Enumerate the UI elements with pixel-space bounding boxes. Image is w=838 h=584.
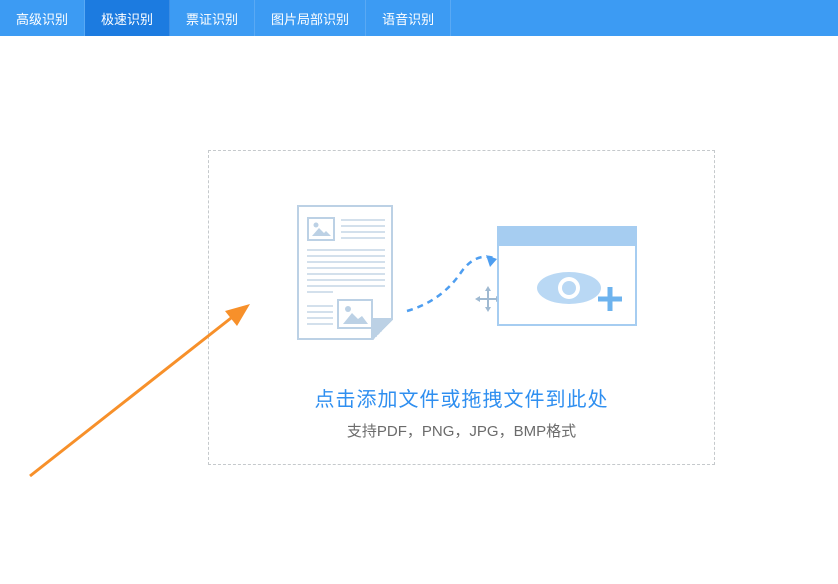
image-thumb-icon	[307, 217, 335, 241]
file-drop-zone[interactable]: 点击添加文件或拖拽文件到此处 支持PDF，PNG，JPG，BMP格式	[208, 150, 715, 465]
dropzone-subtitle: 支持PDF，PNG，JPG，BMP格式	[347, 420, 576, 441]
dropzone-title: 点击添加文件或拖拽文件到此处	[315, 383, 609, 412]
plus-icon	[595, 284, 625, 314]
tab-region-ocr[interactable]: 图片局部识别	[255, 0, 366, 36]
tab-label: 高级识别	[16, 9, 68, 28]
upload-illustration	[267, 201, 657, 361]
tab-advanced-ocr[interactable]: 高级识别	[0, 0, 85, 36]
tab-label: 票证识别	[186, 9, 238, 28]
tab-label: 极速识别	[101, 9, 153, 28]
tab-label: 图片局部识别	[271, 9, 349, 28]
eye-icon	[534, 268, 604, 308]
main-area: 点击添加文件或拖拽文件到此处 支持PDF，PNG，JPG，BMP格式	[0, 36, 838, 584]
image-thumb-icon	[337, 299, 373, 329]
viewer-window-icon	[497, 226, 637, 326]
document-icon	[297, 205, 393, 340]
tab-ticket-ocr[interactable]: 票证识别	[170, 0, 255, 36]
page-fold-icon	[371, 318, 393, 340]
tab-fast-ocr[interactable]: 极速识别	[85, 0, 170, 36]
tab-voice-ocr[interactable]: 语音识别	[366, 0, 451, 36]
nav-bar: 高级识别 极速识别 票证识别 图片局部识别 语音识别	[0, 0, 838, 36]
tab-label: 语音识别	[382, 9, 434, 28]
